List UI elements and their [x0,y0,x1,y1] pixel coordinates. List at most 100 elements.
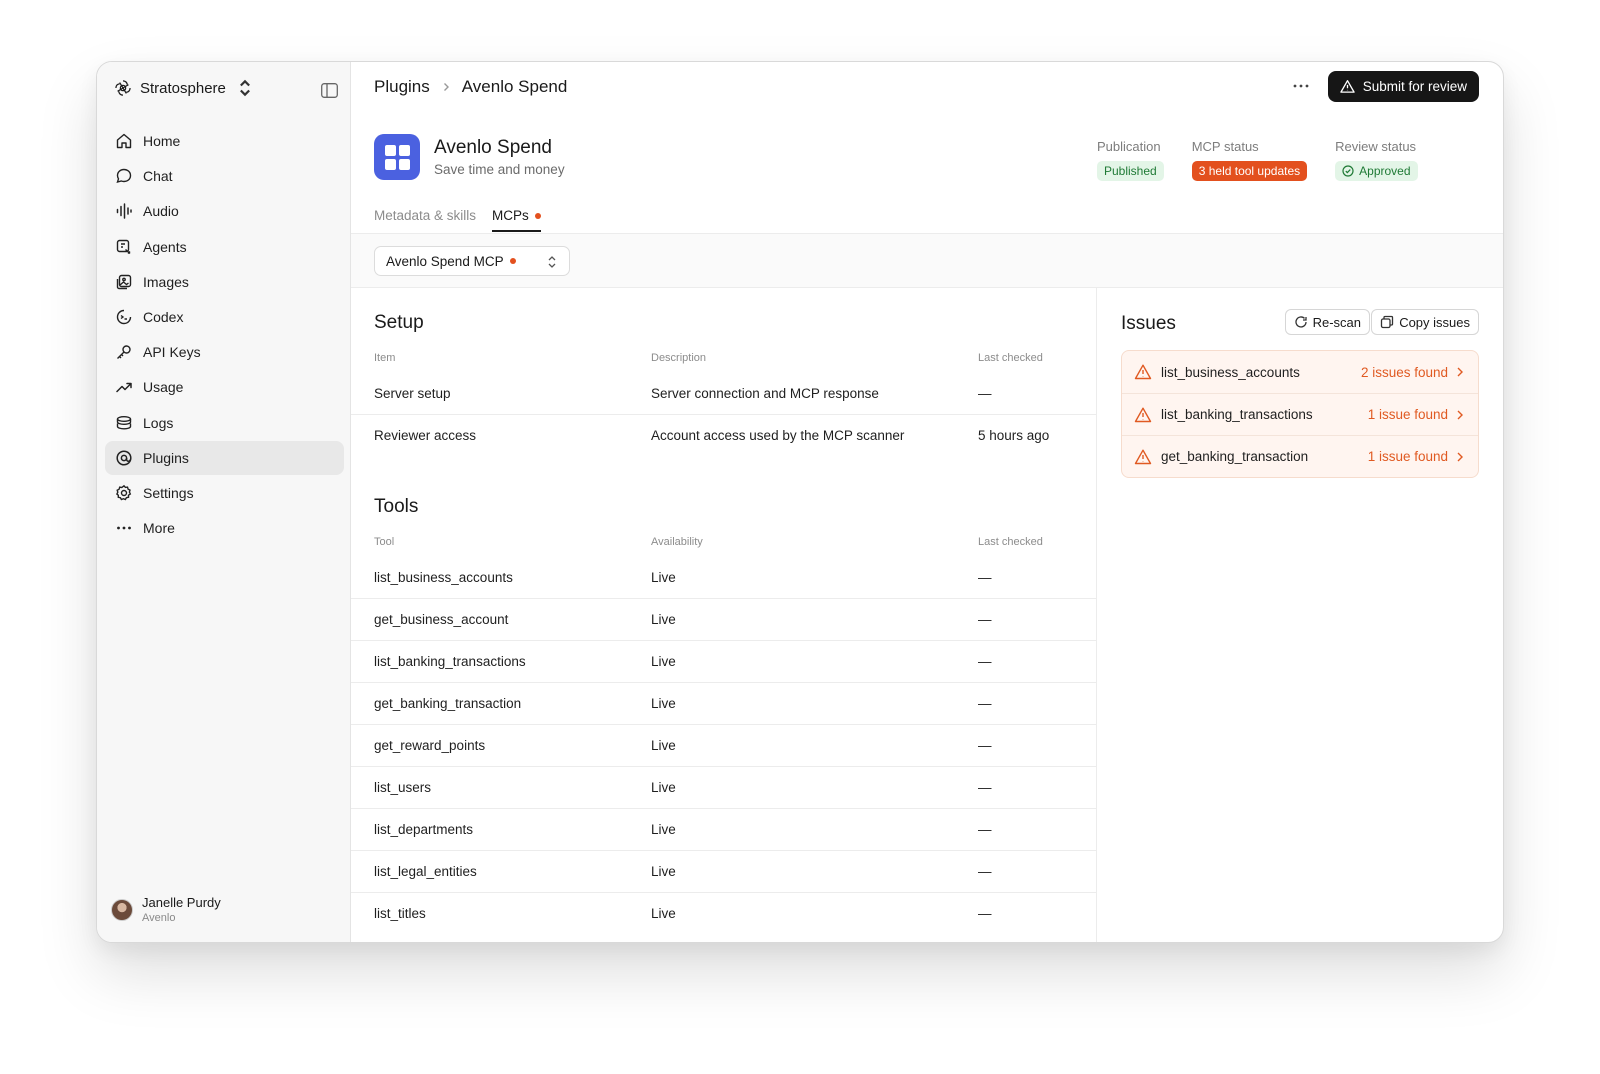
sidebar-item-home[interactable]: Home [105,124,344,158]
sidebar-item-label: Chat [143,168,173,185]
table-row[interactable]: list_business_accounts Live — [351,557,1096,599]
issue-tool-name: list_business_accounts [1161,364,1300,380]
sidebar-item-usage[interactable]: Usage [105,370,344,404]
key-icon [117,345,131,360]
tool-last-checked: — [978,570,992,585]
sidebar-item-codex[interactable]: Codex [105,300,344,334]
sidebar-item-label: Codex [143,308,184,325]
issue-item[interactable]: list_banking_transactions 1 issue found [1122,393,1478,435]
sidebar-item-logs[interactable]: Logs [105,406,344,440]
warning-icon [1134,364,1152,380]
table-row[interactable]: list_departments Live — [351,809,1096,851]
tool-availability: Live [651,570,676,585]
tool-name: get_business_account [374,612,509,627]
mcp-status-badge[interactable]: 3 held tool updates [1191,161,1308,181]
setup-item: Server setup [374,386,451,401]
tools-header-availability: Availability [651,536,703,548]
plugin-subtitle: Save time and money [434,162,565,177]
user-org: Avenlo [142,912,176,924]
issue-item[interactable]: get_banking_transaction 1 issue found [1122,435,1478,477]
issues-panel: Issues Re-scan Copy issues list_business… [1097,288,1503,942]
table-row: Server setup Server connection and MCP r… [351,373,1096,415]
breadcrumb-plugins-link[interactable]: Plugins [374,77,430,97]
setup-last-checked: 5 hours ago [978,428,1050,443]
user-profile[interactable]: Janelle Purdy Avenlo [111,895,221,924]
publication-status: Publication Published [1097,139,1164,181]
sidebar-item-more[interactable]: More [105,511,344,545]
workspace-logo-icon [115,80,131,96]
sidebar-item-label: Usage [143,379,184,396]
chevron-updown-icon [239,79,250,97]
sidebar-item-audio[interactable]: Audio [105,194,344,228]
issue-count: 1 issue found [1367,407,1448,422]
issue-count: 2 issues found [1360,364,1448,380]
tab-mcps[interactable]: MCPs [492,208,541,232]
tool-last-checked: — [978,864,992,879]
tool-last-checked: — [978,612,992,627]
check-circle-icon [1342,165,1354,177]
refresh-icon [1294,316,1307,328]
mcp-status: MCP status 3 held tool updates [1191,139,1308,181]
tool-availability: Live [651,654,676,669]
tab-mcps-label: MCPs [492,208,529,223]
sidebar-item-plugins[interactable]: Plugins [105,440,344,475]
plugin-header: Avenlo Spend Save time and money [374,134,565,180]
plugin-logo [374,134,420,180]
mcp-selector-value: Avenlo Spend MCP [386,253,504,269]
tool-name: list_banking_transactions [374,654,526,669]
warning-icon [1134,407,1152,423]
issue-item[interactable]: list_business_accounts 2 issues found [1122,351,1478,393]
tool-name: list_titles [374,906,426,921]
rescan-button[interactable]: Re-scan [1284,309,1370,335]
copy-icon [1381,315,1394,329]
workspace-switcher[interactable]: Stratosphere [113,78,255,98]
sidebar-item-chat[interactable]: Chat [105,159,344,193]
sidebar-item-images[interactable]: Images [105,265,344,299]
issues-list: list_business_accounts 2 issues found li… [1121,350,1479,478]
tool-availability: Live [651,906,676,921]
table-row[interactable]: list_titles Live — [351,893,1096,935]
tool-availability: Live [651,612,676,627]
mcp-selector[interactable]: Avenlo Spend MCP [374,246,570,276]
tool-availability: Live [651,780,676,795]
tools-title: Tools [374,496,419,517]
sidebar-item-settings[interactable]: Settings [105,476,344,510]
table-row[interactable]: get_reward_points Live — [351,725,1096,767]
publication-badge: Published [1097,161,1164,181]
tool-last-checked: — [978,654,992,669]
gear-icon [116,484,132,501]
review-status-value: Approved [1359,164,1411,178]
warning-icon [1134,449,1152,465]
sidebar-item-api-keys[interactable]: API Keys [105,335,344,369]
sidebar: Stratosphere Home Chat Audio Agents Imag… [97,62,351,942]
sidebar-item-label: Plugins [143,449,189,466]
mcp-selector-bar: Avenlo Spend MCP [351,233,1503,288]
tool-name: list_departments [374,822,474,837]
mcp-status-label: MCP status [1191,139,1259,154]
table-row[interactable]: list_legal_entities Live — [351,851,1096,893]
home-icon [116,133,132,149]
table-row[interactable]: list_users Live — [351,767,1096,809]
table-row[interactable]: get_banking_transaction Live — [351,683,1096,725]
audio-icon [116,203,132,220]
images-icon [116,274,132,289]
tools-header-tool: Tool [374,536,395,548]
tool-name: get_reward_points [374,738,486,753]
table-row[interactable]: list_banking_transactions Live — [351,641,1096,683]
sidebar-item-agents[interactable]: Agents [105,230,344,264]
table-row[interactable]: get_business_account Live — [351,599,1096,641]
issues-title: Issues [1121,313,1176,334]
sidebar-toggle-icon[interactable] [321,83,338,98]
setup-header-last-checked: Last checked [978,352,1043,364]
submit-button-label: Submit for review [1362,79,1467,94]
breadcrumb: Plugins Avenlo Spend [374,77,567,97]
tool-availability: Live [651,864,676,879]
setup-header-description: Description [651,352,707,364]
copy-issues-button[interactable]: Copy issues [1371,309,1479,335]
more-options-icon[interactable] [1291,79,1311,93]
workspace-name: Stratosphere [140,79,226,97]
agents-icon [116,239,131,254]
tab-metadata[interactable]: Metadata & skills [374,208,476,232]
setup-and-tools: Setup Item Description Last checked Serv… [351,288,1097,942]
submit-for-review-button[interactable]: Submit for review [1327,71,1479,102]
